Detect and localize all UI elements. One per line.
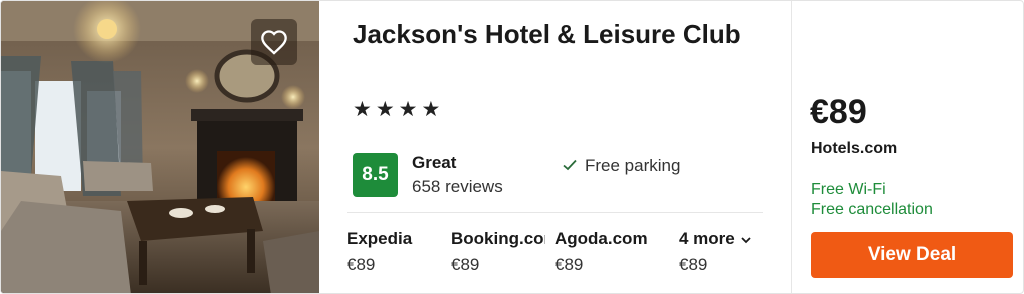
hotel-info: Jackson's Hotel & Leisure Club ★★★★ 8.5 … bbox=[319, 1, 791, 293]
star-rating: ★★★★ bbox=[353, 98, 445, 121]
more-label: 4 more bbox=[679, 229, 735, 248]
provider-expedia[interactable]: Expedia €89 bbox=[347, 229, 447, 275]
amenity-free-parking: Free parking bbox=[563, 156, 680, 176]
more-providers-button[interactable]: 4 more €89 bbox=[679, 229, 779, 275]
view-deal-button[interactable]: View Deal bbox=[811, 232, 1013, 278]
provider-price: €89 bbox=[679, 255, 708, 274]
hotel-card: Jackson's Hotel & Leisure Club ★★★★ 8.5 … bbox=[0, 0, 1024, 294]
divider bbox=[347, 212, 763, 213]
more-providers-label: 4 more bbox=[679, 229, 779, 249]
deal-site: Hotels.com bbox=[811, 140, 898, 157]
heart-icon bbox=[260, 29, 288, 55]
review-count[interactable]: 658 reviews bbox=[412, 177, 503, 197]
provider-agoda[interactable]: Agoda.com €89 bbox=[555, 229, 655, 275]
deal-panel: €89 Hotels.com Free Wi-Fi Free cancellat… bbox=[791, 1, 1023, 293]
hotel-photo[interactable] bbox=[1, 1, 319, 293]
hotel-name[interactable]: Jackson's Hotel & Leisure Club bbox=[353, 17, 753, 51]
chevron-down-icon bbox=[741, 229, 751, 249]
rating-word: Great bbox=[412, 153, 457, 172]
favorite-button[interactable] bbox=[251, 19, 297, 65]
provider-booking[interactable]: Booking.com €89 bbox=[451, 229, 545, 275]
provider-name: Expedia bbox=[347, 229, 413, 248]
perk-free-wifi: Free Wi-Fi bbox=[811, 181, 886, 198]
deal-price: €89 bbox=[810, 93, 867, 131]
provider-price: €89 bbox=[347, 255, 376, 274]
provider-price: €89 bbox=[555, 255, 584, 274]
provider-name: Booking.com bbox=[451, 229, 545, 248]
checkmark-icon bbox=[563, 156, 577, 176]
amenity-label: Free parking bbox=[585, 156, 681, 175]
perk-free-cancellation: Free cancellation bbox=[811, 201, 933, 218]
rating-score-badge: 8.5 bbox=[353, 153, 398, 197]
provider-name: Agoda.com bbox=[555, 229, 648, 248]
provider-price: €89 bbox=[451, 255, 480, 274]
